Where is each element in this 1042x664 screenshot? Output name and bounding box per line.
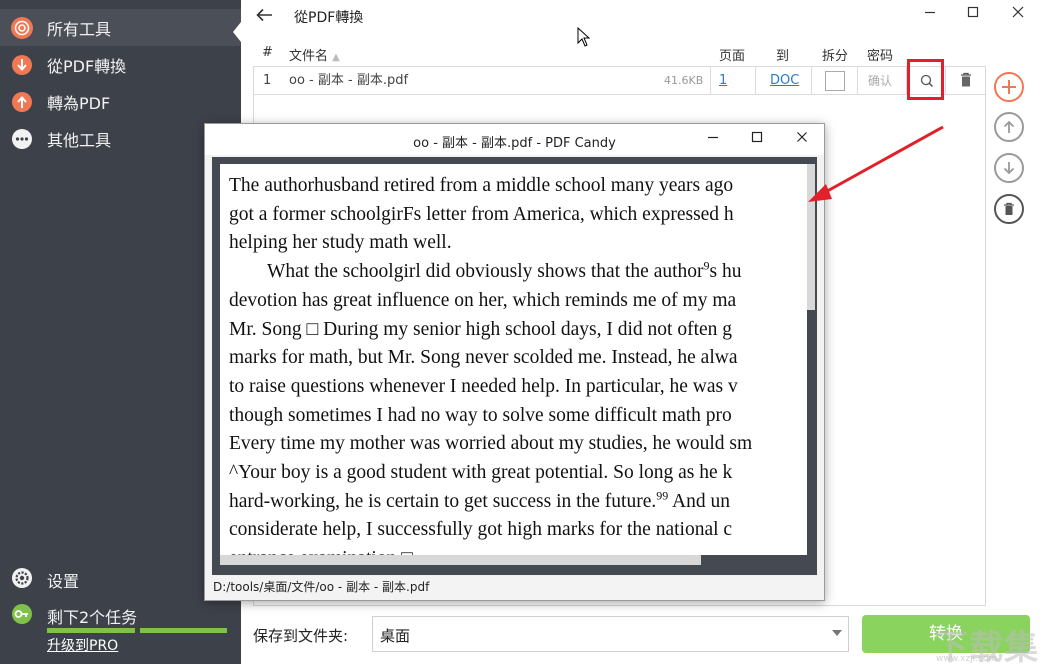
text-line: got a former schoolgirFs letter from Ame… <box>229 203 734 225</box>
text-line: entrance examination.□ <box>229 545 807 555</box>
maximize-icon[interactable] <box>961 4 985 26</box>
sidebar-item-label: 轉為PDF <box>47 93 111 113</box>
text-segment: s hu <box>709 261 742 283</box>
arrow-up-icon[interactable] <box>994 112 1024 142</box>
text-segment: And un <box>668 490 731 512</box>
column-header-number: # <box>262 45 273 60</box>
progress-segment <box>140 628 227 633</box>
trash-icon[interactable] <box>958 71 974 89</box>
more-tools-icon <box>11 128 33 150</box>
tasks-remaining-label: 剩下2个任务 <box>47 608 138 627</box>
save-folder-label: 保存到文件夹: <box>253 627 349 645</box>
split-checkbox[interactable] <box>825 71 845 91</box>
text-line: considerate help, I successfully got hig… <box>229 519 733 541</box>
all-tools-icon <box>11 16 33 39</box>
column-divider <box>857 67 858 95</box>
row-filename: oo - 副本 - 副本.pdf <box>289 73 409 88</box>
footnote-mark: 99 <box>656 488 669 503</box>
watermark-url: www.xzji.com <box>936 654 998 664</box>
close-icon[interactable] <box>1006 4 1030 26</box>
pdf-preview-window: oo - 副本 - 副本.pdf - PDF Candy The authorh… <box>204 123 825 601</box>
maximize-icon[interactable] <box>746 128 768 150</box>
tasks-item: 剩下2个任务 <box>0 598 241 630</box>
sidebar-item-label: 其他工具 <box>47 130 112 150</box>
scrollbar-thumb[interactable] <box>220 555 701 565</box>
text-line: What the schoolgirl did obviously shows … <box>229 258 807 287</box>
column-divider <box>755 67 756 95</box>
password-input[interactable]: 确认 <box>868 67 892 95</box>
column-header-password: 密码 <box>867 49 894 64</box>
row-number: 1 <box>263 73 272 88</box>
column-divider <box>945 67 946 95</box>
preview-frame: The authorhusband retired from a middle … <box>212 157 817 575</box>
tasks-progress-bar <box>47 628 227 633</box>
sidebar-item-from-pdf[interactable]: 從PDF轉換 <box>0 46 241 83</box>
folder-value: 桌面 <box>380 627 411 645</box>
vertical-scrollbar[interactable] <box>807 164 815 555</box>
preview-titlebar: oo - 副本 - 副本.pdf - PDF Candy <box>205 124 824 155</box>
close-icon[interactable] <box>791 128 813 150</box>
chevron-down-icon <box>832 630 842 636</box>
minimize-icon[interactable] <box>702 128 724 150</box>
active-indicator <box>233 22 241 42</box>
pdf-page-text: The authorhusband retired from a middle … <box>229 172 807 555</box>
plus-icon[interactable] <box>994 72 1024 102</box>
sort-icon: ▲︎ <box>332 52 340 63</box>
row-filesize: 41.6KB <box>664 74 704 87</box>
row-format-link[interactable]: DOC <box>770 67 799 95</box>
text-line: helping her study math well. <box>229 232 452 254</box>
text-line: marks for math, but Mr. Song never scold… <box>229 347 738 369</box>
preview-title: oo - 副本 - 副本.pdf - PDF Candy <box>413 136 616 151</box>
column-header-pages: 页面 <box>719 49 746 64</box>
app-root: 所有工具 從PDF轉換 轉為PDF 其他工具 设置 剩下2个任务 升级到PRO … <box>0 0 1042 664</box>
preview-highlight-box <box>907 59 944 100</box>
horizontal-scrollbar[interactable] <box>220 555 807 565</box>
scrollbar-thumb[interactable] <box>807 164 815 310</box>
to-pdf-icon <box>11 91 33 113</box>
gear-icon <box>11 567 33 589</box>
file-path-label: D:/tools/桌面/文件/oo - 副本 - 副本.pdf <box>213 580 430 594</box>
from-pdf-icon <box>11 54 33 76</box>
folder-select[interactable]: 桌面 <box>372 616 849 652</box>
trash-all-icon[interactable] <box>994 194 1024 224</box>
settings-label: 设置 <box>47 572 80 591</box>
pdf-page: The authorhusband retired from a middle … <box>220 164 807 555</box>
column-header-split: 拆分 <box>822 49 849 64</box>
sidebar-item-label: 從PDF轉換 <box>47 56 127 76</box>
text-line: The authorhusband retired from a middle … <box>229 175 734 196</box>
column-header-filename[interactable]: 文件名 ▲︎ <box>289 45 340 64</box>
column-header-label: 文件名 <box>289 49 329 64</box>
progress-segment <box>47 628 135 633</box>
sidebar-item-label: 所有工具 <box>47 19 112 39</box>
key-icon <box>11 603 33 625</box>
sidebar-item-all-tools[interactable]: 所有工具 <box>0 9 241 46</box>
column-header-to: 到 <box>776 49 790 64</box>
column-divider <box>811 67 812 95</box>
row-pages-link[interactable]: 1 <box>719 67 727 95</box>
text-segment: hard-working, he is certain to get succe… <box>229 490 657 512</box>
mouse-cursor-icon <box>577 27 591 47</box>
sidebar-item-to-pdf[interactable]: 轉為PDF <box>0 83 241 120</box>
minimize-icon[interactable] <box>918 4 942 26</box>
text-line: Mr. Song □ During my senior high school … <box>229 318 733 340</box>
back-arrow-icon[interactable] <box>254 4 276 26</box>
text-line: Every time my mother was worried about m… <box>229 433 753 455</box>
text-line: to raise questions whenever I needed hel… <box>229 375 738 397</box>
arrow-down-icon[interactable] <box>994 153 1024 183</box>
upgrade-pro-link[interactable]: 升级到PRO <box>47 635 118 655</box>
column-divider <box>710 67 711 95</box>
text-segment: What the schoolgirl did obviously shows … <box>267 261 704 283</box>
text-line: hard-working, he is certain to get succe… <box>229 488 807 517</box>
table-row[interactable]: 1 oo - 副本 - 副本.pdf 41.6KB 1 DOC 确认 <box>254 67 985 95</box>
text-line: devotion has great influence on her, whi… <box>229 289 737 311</box>
text-line: though sometimes I had no way to solve s… <box>229 404 732 426</box>
text-line: ^Your boy is a good student with great p… <box>229 462 733 484</box>
window-title: 從PDF轉換 <box>294 10 364 26</box>
